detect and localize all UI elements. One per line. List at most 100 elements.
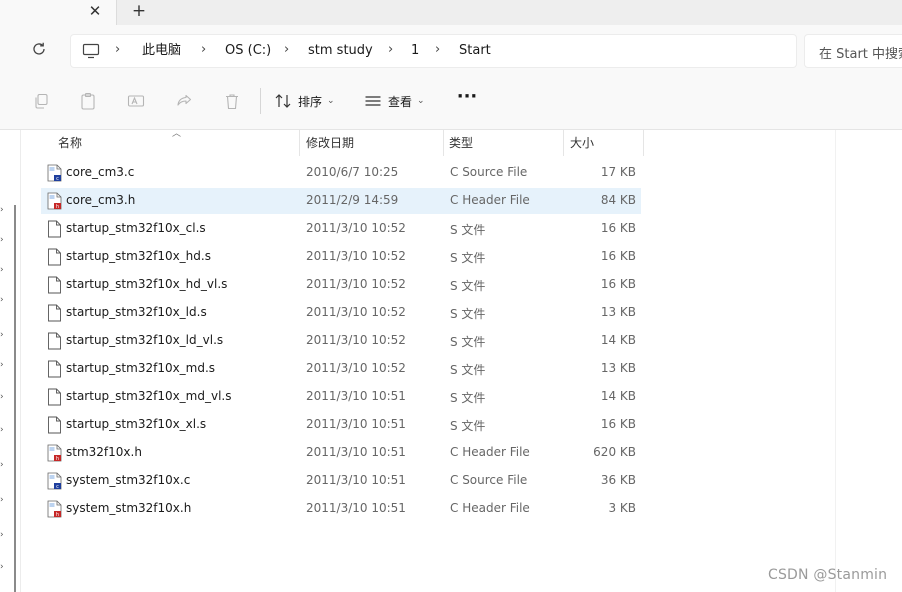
- paste-icon[interactable]: [78, 91, 98, 111]
- chevron-right-icon[interactable]: ›: [0, 562, 4, 572]
- chevron-right-icon[interactable]: ›: [0, 495, 4, 505]
- more-options-button[interactable]: ···: [456, 88, 478, 111]
- chevron-right-icon[interactable]: ›: [284, 41, 289, 59]
- file-date: 2011/2/9 14:59: [306, 193, 399, 207]
- file-name: startup_stm32f10x_xl.s: [66, 417, 207, 431]
- file-name: startup_stm32f10x_hd.s: [66, 249, 211, 263]
- file-row[interactable]: startup_stm32f10x_hd_vl.s 2011/3/10 10:52…: [41, 272, 641, 298]
- svg-text:h: h: [56, 456, 59, 462]
- chevron-right-icon[interactable]: ›: [0, 295, 4, 305]
- file-row[interactable]: h core_cm3.h 2011/2/9 14:59 C Header File 84…: [41, 188, 641, 214]
- share-icon[interactable]: [174, 91, 194, 111]
- column-resize-handle[interactable]: [299, 130, 300, 156]
- svg-text:c: c: [56, 176, 59, 182]
- file-size: 17 KB: [600, 165, 636, 179]
- column-header-date[interactable]: 修改日期: [306, 130, 354, 156]
- navigation-pane: › › › › › › › › › › › ›: [0, 130, 20, 592]
- nav-scrollbar[interactable]: [14, 205, 16, 592]
- breadcrumb-1[interactable]: 1: [411, 42, 419, 60]
- file-name: core_cm3.h: [66, 193, 136, 207]
- file-row[interactable]: startup_stm32f10x_ld.s 2011/3/10 10:52 S 文…: [41, 300, 641, 326]
- copy-icon[interactable]: [31, 91, 51, 111]
- chevron-right-icon[interactable]: ›: [201, 41, 206, 59]
- file-row[interactable]: h system_stm32f10x.h 2011/3/10 10:51 C Head…: [41, 496, 641, 522]
- toolbar-divider: [260, 88, 261, 114]
- file-list: ︿ 名称 修改日期 类型 大小 c core_cm3.c 2010/6/7 10:2…: [21, 129, 902, 592]
- file-name: system_stm32f10x.c: [66, 473, 191, 487]
- refresh-icon[interactable]: [28, 38, 50, 60]
- file-date: 2011/3/10 10:52: [306, 221, 406, 235]
- breadcrumb-this-pc[interactable]: 此电脑: [142, 42, 181, 60]
- file-row[interactable]: startup_stm32f10x_ld_vl.s 2011/3/10 10:52…: [41, 328, 641, 354]
- chevron-right-icon[interactable]: ›: [0, 392, 4, 402]
- file-size: 13 KB: [600, 361, 636, 375]
- chevron-right-icon[interactable]: ›: [0, 530, 4, 540]
- file-type: S 文件: [450, 391, 486, 405]
- c-header-icon: h: [47, 192, 62, 210]
- breadcrumb-os-c[interactable]: OS (C:): [225, 42, 271, 60]
- column-resize-handle[interactable]: [643, 130, 644, 156]
- new-tab-icon[interactable]: +: [130, 1, 148, 21]
- file-type: S 文件: [450, 251, 486, 265]
- file-type: S 文件: [450, 335, 486, 349]
- chevron-right-icon[interactable]: ›: [0, 205, 4, 215]
- command-bar: 排序 ⌄ 查看 ⌄ ···: [0, 74, 902, 130]
- chevron-right-icon[interactable]: ›: [0, 460, 4, 470]
- file-row[interactable]: c system_stm32f10x.c 2011/3/10 10:51 C Sour…: [41, 468, 641, 494]
- column-header-size[interactable]: 大小: [570, 130, 594, 156]
- chevron-right-icon[interactable]: ›: [0, 360, 4, 370]
- chevron-right-icon[interactable]: ›: [0, 235, 4, 245]
- chevron-right-icon[interactable]: ›: [0, 425, 4, 435]
- view-label: 查看: [388, 94, 413, 109]
- rename-icon[interactable]: [126, 91, 146, 111]
- file-type: S 文件: [450, 307, 486, 321]
- file-type: C Header File: [450, 445, 530, 459]
- view-button[interactable]: 查看 ⌄: [364, 90, 425, 112]
- delete-icon[interactable]: [222, 91, 242, 111]
- file-row[interactable]: startup_stm32f10x_md_vl.s 2011/3/10 10:51…: [41, 384, 641, 410]
- breadcrumb-start[interactable]: Start: [459, 42, 491, 60]
- chevron-right-icon[interactable]: ›: [115, 41, 120, 59]
- column-resize-handle[interactable]: [563, 130, 564, 156]
- breadcrumb-stm-study[interactable]: stm study: [308, 42, 373, 60]
- file-type: S 文件: [450, 279, 486, 293]
- tab-strip: ✕ +: [0, 0, 902, 25]
- file-date: 2011/3/10 10:51: [306, 417, 406, 431]
- address-bar[interactable]: › 此电脑 › OS (C:) › stm study › 1 › Start: [70, 34, 797, 68]
- file-date: 2011/3/10 10:52: [306, 361, 406, 375]
- generic-file-icon: [47, 248, 62, 266]
- c-header-icon: h: [47, 500, 62, 518]
- file-row[interactable]: startup_stm32f10x_cl.s 2011/3/10 10:52 S 文…: [41, 216, 641, 242]
- file-row[interactable]: startup_stm32f10x_md.s 2011/3/10 10:52 S 文…: [41, 356, 641, 382]
- sort-button[interactable]: 排序 ⌄: [274, 90, 335, 112]
- c-header-icon: h: [47, 444, 62, 462]
- column-header-type[interactable]: 类型: [449, 130, 473, 156]
- column-resize-handle[interactable]: [443, 130, 444, 156]
- sort-ascending-icon: ︿: [172, 129, 182, 139]
- chevron-right-icon[interactable]: ›: [0, 330, 4, 340]
- column-header-name[interactable]: 名称: [58, 130, 82, 156]
- svg-text:h: h: [56, 512, 59, 518]
- c-source-icon: c: [47, 472, 62, 490]
- file-name: startup_stm32f10x_md.s: [66, 361, 216, 375]
- c-source-icon: c: [47, 164, 62, 182]
- chevron-right-icon[interactable]: ›: [435, 41, 440, 59]
- close-tab-icon[interactable]: ✕: [86, 1, 104, 21]
- search-input[interactable]: 在 Start 中搜索: [804, 34, 902, 68]
- chevron-right-icon[interactable]: ›: [0, 265, 4, 275]
- svg-text:h: h: [56, 204, 59, 210]
- active-tab[interactable]: ✕: [0, 0, 117, 25]
- file-size: 14 KB: [600, 389, 636, 403]
- chevron-right-icon[interactable]: ›: [388, 41, 393, 59]
- file-row[interactable]: h stm32f10x.h 2011/3/10 10:51 C Header File…: [41, 440, 641, 466]
- generic-file-icon: [47, 276, 62, 294]
- address-row: › 此电脑 › OS (C:) › stm study › 1 › Start …: [0, 25, 902, 74]
- file-row[interactable]: c core_cm3.c 2010/6/7 10:25 C Source File 17…: [41, 160, 641, 186]
- file-size: 3 KB: [608, 501, 636, 515]
- file-size: 16 KB: [600, 277, 636, 291]
- file-row[interactable]: startup_stm32f10x_hd.s 2011/3/10 10:52 S 文…: [41, 244, 641, 270]
- generic-file-icon: [47, 360, 62, 378]
- this-pc-icon[interactable]: [82, 43, 100, 59]
- file-date: 2011/3/10 10:52: [306, 333, 406, 347]
- file-row[interactable]: startup_stm32f10x_xl.s 2011/3/10 10:51 S 文…: [41, 412, 641, 438]
